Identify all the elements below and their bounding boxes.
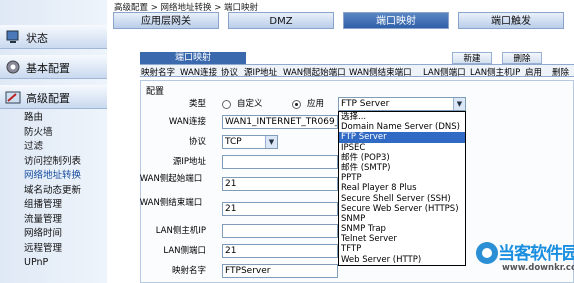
dropdown-option[interactable]: Domain Name Server (DNS): [339, 122, 465, 132]
wan-start-label: WAN侧起始端口: [139, 174, 203, 184]
wan-select[interactable]: WAN1_INTERNET_TR069_R: [222, 115, 338, 129]
gear-icon: [6, 60, 20, 74]
watermark-url: www.downkr.com: [502, 263, 574, 273]
dropdown-option[interactable]: Web Server (HTTP): [339, 255, 465, 265]
status-icon: [6, 30, 19, 43]
col-enable: 启用: [525, 68, 543, 78]
watermark-title: 当客软件园: [498, 244, 574, 264]
map-name-label: 映射名字: [171, 266, 206, 276]
protocol-select-value: TCP: [225, 137, 242, 147]
config-title: 配置: [146, 87, 165, 97]
sidebar-item-nat[interactable]: 网络地址转换: [0, 169, 107, 184]
app-dropdown-list: 选择... Domain Name Server (DNS) FTP Serve…: [338, 111, 466, 266]
sidebar-group-label: 状态: [26, 32, 48, 45]
sidebar-item-multicast[interactable]: 组播管理: [0, 198, 107, 213]
sidebar-submenu: 路由 防火墙 过滤 访问控制列表 网络地址转换 域名动态更新 组播管理 流量管理…: [0, 111, 107, 271]
sidebar-item-upnp[interactable]: UPnP: [0, 256, 107, 271]
sidebar-group-label: 高级配置: [26, 92, 70, 105]
app-select-value: FTP Server: [341, 99, 390, 109]
type-custom-label: 自定义: [237, 99, 263, 109]
col-lan-port: LAN侧端口: [423, 68, 466, 78]
dropdown-option[interactable]: SNMP Trap: [339, 224, 465, 234]
sidebar: 状态 基本配置 高级配置 路由 防火墙 过滤 访问控制列表 网络地址转换 域名动…: [0, 0, 107, 283]
tools-icon: [5, 91, 21, 104]
col-wan-start: WAN侧起始端口: [283, 68, 346, 78]
dropdown-option[interactable]: 邮件 (SMTP): [339, 163, 465, 173]
lan-host-input[interactable]: [222, 224, 338, 238]
subtab-port-mapping: 端口映射: [140, 52, 246, 64]
lan-port-label: LAN侧端口: [163, 246, 206, 256]
top-tabs: 应用层网关 DMZ 端口映射 端口触发: [113, 12, 574, 29]
type-app-label: 应用: [307, 99, 325, 109]
sidebar-item-filter[interactable]: 过滤: [0, 140, 107, 155]
dropdown-option[interactable]: Telnet Server: [339, 234, 465, 244]
dropdown-option[interactable]: Secure Web Server (HTTPS): [339, 204, 465, 214]
wan-label: WAN连接: [168, 117, 206, 127]
tab-dmz[interactable]: DMZ: [228, 12, 334, 29]
col-map-name: 映射名字: [141, 68, 176, 78]
app-select[interactable]: FTP Server ▼: [338, 97, 466, 111]
sidebar-item-ntp[interactable]: 网络时间: [0, 227, 107, 242]
col-src-ip: 源IP地址: [244, 68, 278, 78]
dropdown-option[interactable]: IPSEC: [339, 143, 465, 153]
src-ip-input[interactable]: [222, 155, 338, 169]
tab-alg[interactable]: 应用层网关: [113, 12, 219, 29]
col-wan-end: WAN侧结束端口: [349, 68, 412, 78]
sidebar-item-firewall[interactable]: 防火墙: [0, 126, 107, 141]
sidebar-item-acl[interactable]: 访问控制列表: [0, 155, 107, 170]
type-label: 类型: [188, 99, 206, 109]
wan-start-input[interactable]: 21: [222, 177, 338, 191]
map-name-input[interactable]: FTPServer: [222, 264, 338, 278]
new-button[interactable]: 新建: [452, 52, 492, 64]
protocol-select[interactable]: TCP ▼: [222, 135, 278, 149]
tab-port-mapping[interactable]: 端口映射: [343, 12, 449, 29]
dropdown-option[interactable]: 邮件 (POP3): [339, 153, 465, 163]
protocol-label: 协议: [188, 137, 206, 147]
dropdown-option[interactable]: Secure Shell Server (SSH): [339, 194, 465, 204]
col-protocol: 协议: [221, 68, 239, 78]
type-custom-radio[interactable]: [222, 100, 231, 109]
watermark: 当客软件园 www.downkr.com: [476, 238, 574, 283]
lan-host-label: LAN侧主机IP: [155, 226, 206, 236]
wan-end-label: WAN侧结束端口: [139, 198, 203, 208]
sidebar-group-status[interactable]: 状态: [0, 25, 107, 49]
sidebar-item-route[interactable]: 路由: [0, 111, 107, 126]
tab-port-trigger[interactable]: 端口触发: [458, 12, 564, 29]
wan-end-input[interactable]: 21: [222, 202, 338, 216]
sidebar-group-label: 基本配置: [26, 62, 70, 75]
dropdown-option-selected[interactable]: FTP Server: [339, 132, 465, 143]
wan-select-value: WAN1_INTERNET_TR069_R: [225, 117, 338, 127]
col-delete: 删除: [552, 68, 570, 78]
dropdown-option[interactable]: TFTP: [339, 244, 465, 254]
sidebar-item-traffic[interactable]: 流量管理: [0, 213, 107, 228]
delete-button[interactable]: 删除: [502, 52, 542, 64]
dropdown-option[interactable]: Real Player 8 Plus: [339, 183, 465, 193]
type-app-radio[interactable]: [292, 100, 301, 109]
chevron-down-icon: ▼: [265, 136, 277, 148]
watermark-logo-icon: [476, 242, 498, 264]
dropdown-option[interactable]: 选择...: [339, 112, 465, 122]
chevron-down-icon: ▼: [453, 98, 465, 110]
dropdown-option[interactable]: SNMP: [339, 214, 465, 224]
sidebar-item-remote[interactable]: 远程管理: [0, 242, 107, 257]
sidebar-group-basic[interactable]: 基本配置: [0, 55, 107, 79]
sidebar-item-ddns[interactable]: 域名动态更新: [0, 184, 107, 199]
sidebar-group-advanced[interactable]: 高级配置: [0, 85, 107, 109]
col-wan: WAN连接: [180, 68, 218, 78]
col-lan-ip: LAN侧主机IP: [470, 68, 521, 78]
dropdown-option[interactable]: PPTP: [339, 173, 465, 183]
src-ip-label: 源IP地址: [172, 157, 206, 167]
lan-port-input[interactable]: 21: [222, 244, 338, 258]
